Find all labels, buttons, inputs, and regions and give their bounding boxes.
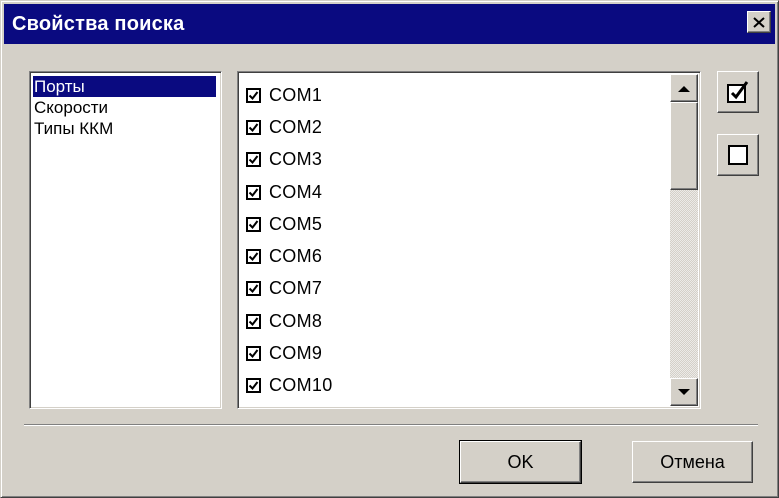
port-item[interactable]: COM1	[246, 79, 333, 111]
uncheck-all-button[interactable]	[717, 134, 759, 176]
window-title: Свойства поиска	[12, 12, 185, 35]
title-bar[interactable]: Свойства поиска	[4, 4, 775, 44]
checkbox-checked[interactable]	[246, 378, 261, 394]
checkbox-checked-icon	[727, 81, 749, 103]
port-item[interactable]: COM4	[246, 176, 333, 208]
checkbox-checked[interactable]	[246, 281, 261, 297]
port-item[interactable]: COM6	[246, 240, 333, 272]
port-item[interactable]: COM2	[246, 111, 333, 143]
checkbox-checked[interactable]	[246, 119, 261, 135]
port-item[interactable]: COM5	[246, 208, 333, 240]
port-rows: COM1 COM2 COM3 COM4 COM5 COM6 COM7 COM8 COM9 COM1…	[246, 79, 333, 409]
ok-button[interactable]: OK	[459, 440, 582, 484]
checkbox-checked[interactable]	[246, 313, 261, 329]
arrow-up-icon	[678, 85, 690, 92]
port-label: COM11	[269, 408, 331, 409]
category-item[interactable]: Типы ККМ	[33, 118, 218, 139]
port-label: COM4	[269, 181, 323, 202]
category-item[interactable]: Скорости	[33, 97, 218, 118]
cancel-button[interactable]: Отмена	[632, 441, 753, 483]
port-label: COM3	[269, 149, 323, 170]
scroll-up-button[interactable]	[670, 74, 698, 102]
port-item[interactable]: COM11	[246, 402, 333, 409]
port-label: COM9	[269, 343, 323, 364]
port-label: COM7	[269, 278, 323, 299]
checkbox-checked[interactable]	[246, 216, 261, 232]
search-properties-dialog: Свойства поиска Порты Скорости Типы ККМ CO…	[0, 0, 779, 498]
scroll-thumb[interactable]	[670, 102, 698, 190]
scroll-down-button[interactable]	[670, 378, 698, 406]
port-list[interactable]: COM1 COM2 COM3 COM4 COM5 COM6 COM7 COM8 COM9 COM1…	[237, 71, 701, 409]
check-all-button[interactable]	[717, 71, 759, 113]
port-item[interactable]: COM7	[246, 273, 333, 305]
separator	[24, 424, 758, 426]
arrow-down-icon	[678, 388, 690, 395]
port-item[interactable]: COM9	[246, 337, 333, 369]
port-item[interactable]: COM8	[246, 305, 333, 337]
port-label: COM1	[269, 84, 323, 105]
port-item[interactable]: COM3	[246, 144, 333, 176]
checkbox-checked[interactable]	[246, 346, 261, 362]
port-label: COM8	[269, 310, 323, 331]
port-label: COM6	[269, 246, 323, 267]
category-item[interactable]: Порты	[33, 76, 216, 97]
close-button[interactable]	[747, 11, 771, 33]
port-label: COM10	[269, 375, 333, 396]
checkbox-checked[interactable]	[246, 152, 261, 168]
checkbox-empty-icon	[728, 145, 748, 165]
category-list[interactable]: Порты Скорости Типы ККМ	[29, 71, 222, 409]
checkbox-checked[interactable]	[246, 87, 261, 103]
port-item[interactable]: COM10	[246, 370, 333, 402]
checkbox-checked[interactable]	[246, 184, 261, 200]
port-label: COM2	[269, 116, 323, 137]
vertical-scrollbar[interactable]	[670, 74, 698, 406]
port-label: COM5	[269, 213, 323, 234]
close-icon	[753, 16, 765, 28]
checkbox-checked[interactable]	[246, 249, 261, 265]
